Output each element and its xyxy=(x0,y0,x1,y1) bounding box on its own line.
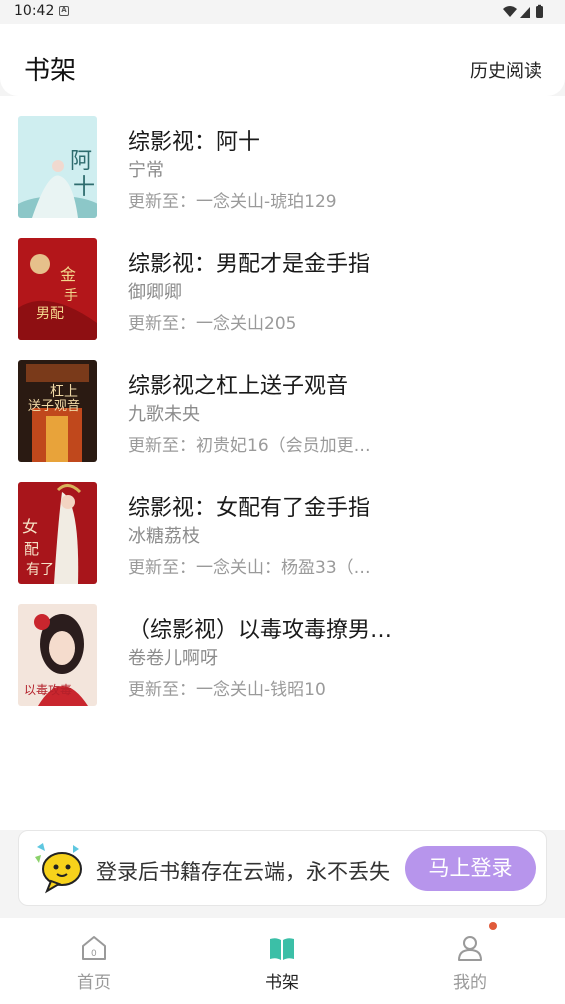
book-update: 更新至：一念关山205 xyxy=(128,314,297,334)
book-title: （综影视）以毒攻毒撩男… xyxy=(128,618,393,643)
book-update: 更新至：一念关山：杨盈33（… xyxy=(128,558,371,578)
book-author: 御卿卿 xyxy=(128,282,182,303)
book-cover[interactable]: 金 手 男配 xyxy=(18,238,97,340)
svg-text:手: 手 xyxy=(64,288,78,304)
history-reading-link[interactable]: 历史阅读 xyxy=(470,57,542,83)
chat-bubble-mascot-icon xyxy=(35,843,82,894)
book-cover[interactable]: 以毒攻毒 xyxy=(18,604,97,706)
svg-text:有了: 有了 xyxy=(26,562,54,578)
svg-text:送子观音: 送子观音 xyxy=(28,398,80,414)
login-prompt-bar: 登录后书籍存在云端，永不丢失 马上登录 xyxy=(18,830,547,906)
tab-label: 书架 xyxy=(265,973,299,993)
book-update: 更新至：一念关山-钱昭10 xyxy=(128,680,326,700)
book-update: 更新至：一念关山-琥珀129 xyxy=(128,192,337,212)
book-author: 九歌未央 xyxy=(128,404,200,425)
book-update: 更新至：初贵妃16（会员加更… xyxy=(128,436,371,456)
book-item[interactable]: 金 手 男配 综影视：男配才是金手指 御卿卿 更新至：一念关山205 xyxy=(0,238,565,348)
book-icon xyxy=(270,938,294,960)
tab-label: 首页 xyxy=(77,973,111,993)
user-icon xyxy=(458,936,482,961)
svg-text:女: 女 xyxy=(22,517,38,536)
tab-home[interactable]: 0 首页 xyxy=(0,918,188,1004)
login-button[interactable]: 马上登录 xyxy=(405,846,536,891)
book-title: 综影视之杠上送子观音 xyxy=(128,374,349,399)
svg-text:杠上: 杠上 xyxy=(50,384,78,400)
svg-text:金: 金 xyxy=(60,265,76,284)
book-item[interactable]: 以毒攻毒 （综影视）以毒攻毒撩男… 卷卷儿啊呀 更新至：一念关山-钱昭10 xyxy=(0,604,565,714)
svg-text:十: 十 xyxy=(73,175,95,200)
status-bar: 10:42 A xyxy=(0,0,565,24)
tab-bookshelf[interactable]: 书架 xyxy=(188,918,376,1004)
book-title: 综影视：男配才是金手指 xyxy=(128,252,371,277)
header: 书架 历史阅读 xyxy=(0,24,565,96)
svg-text:配: 配 xyxy=(24,540,39,558)
svg-text:以毒攻毒: 以毒攻毒 xyxy=(24,683,72,697)
book-cover[interactable]: 杠上 送子观音 xyxy=(18,360,97,462)
book-title: 综影视：阿十 xyxy=(128,130,261,155)
login-prompt-text: 登录后书籍存在云端，永不丢失 xyxy=(96,860,390,884)
tab-profile[interactable]: 我的 xyxy=(376,918,564,1004)
page-title: 书架 xyxy=(24,56,77,86)
book-item[interactable]: 女 配 有了 综影视：女配有了金手指 冰糖荔枝 更新至：一念关山：杨盈33（… xyxy=(0,482,565,592)
book-title: 综影视：女配有了金手指 xyxy=(128,496,371,521)
notification-icon: A xyxy=(59,6,69,16)
book-cover[interactable]: 女 配 有了 xyxy=(18,482,97,584)
book-author: 宁常 xyxy=(128,160,164,181)
home-icon: 0 xyxy=(82,936,106,960)
wifi-icon xyxy=(503,6,517,17)
bottom-tab-bar: 0 首页 书架 我的 xyxy=(0,918,565,1004)
book-author: 卷卷儿啊呀 xyxy=(128,648,218,669)
status-time: 10:42 xyxy=(14,3,55,19)
book-author: 冰糖荔枝 xyxy=(128,526,200,547)
notification-badge xyxy=(489,922,497,930)
svg-text:男配: 男配 xyxy=(36,306,64,322)
status-icons xyxy=(503,4,543,18)
tab-label: 我的 xyxy=(453,973,487,993)
book-item[interactable]: 杠上 送子观音 综影视之杠上送子观音 九歌未央 更新至：初贵妃16（会员加更… xyxy=(0,360,565,470)
book-list: 阿 十 综影视：阿十 宁常 更新至：一念关山-琥珀129 金 手 男配 综影视：… xyxy=(0,96,565,830)
svg-text:阿: 阿 xyxy=(70,149,92,174)
svg-text:0: 0 xyxy=(91,949,97,959)
signal-icon xyxy=(520,7,530,18)
book-cover[interactable]: 阿 十 xyxy=(18,116,97,218)
book-item[interactable]: 阿 十 综影视：阿十 宁常 更新至：一念关山-琥珀129 xyxy=(0,116,565,226)
battery-icon xyxy=(536,6,543,18)
